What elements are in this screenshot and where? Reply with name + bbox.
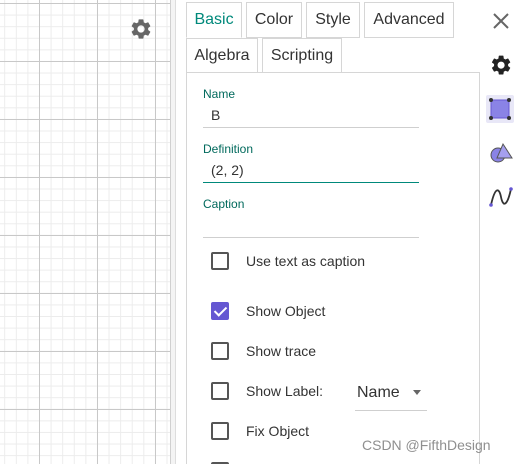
name-label: Name: [203, 87, 236, 101]
point-style-icon[interactable]: [486, 95, 514, 123]
graphics-settings-gear-icon[interactable]: [129, 17, 153, 41]
label-style-value: Name: [357, 383, 400, 401]
tab-scripting[interactable]: Scripting: [262, 38, 342, 74]
show-object-row[interactable]: Show Object: [211, 300, 325, 322]
tab-style[interactable]: Style: [306, 2, 360, 38]
show-object-checkbox[interactable]: [211, 302, 229, 320]
curve-icon[interactable]: [487, 183, 515, 211]
show-trace-label: Show trace: [246, 343, 317, 359]
tab-basic[interactable]: Basic: [186, 2, 242, 38]
show-object-label: Show Object: [246, 303, 326, 319]
caption-field[interactable]: [203, 214, 419, 238]
tab-algebra[interactable]: Algebra: [186, 38, 258, 74]
fix-object-row[interactable]: Fix Object: [211, 420, 309, 442]
definition-label: Definition: [203, 142, 254, 156]
chevron-down-icon: [413, 390, 421, 395]
gear-icon[interactable]: [487, 51, 515, 79]
caption-label: Caption: [203, 197, 245, 211]
show-label-row[interactable]: Show Label:: [211, 380, 323, 402]
view-divider[interactable]: [171, 0, 176, 464]
use-text-as-caption-checkbox[interactable]: [211, 252, 229, 270]
close-icon[interactable]: [489, 9, 513, 33]
tab-color[interactable]: Color: [246, 2, 302, 38]
use-text-as-caption-row[interactable]: Use text as caption: [211, 250, 365, 272]
next-option-row[interactable]: [211, 460, 229, 464]
fix-object-checkbox[interactable]: [211, 422, 229, 440]
show-trace-row[interactable]: Show trace: [211, 340, 316, 362]
graphics-view[interactable]: [0, 0, 171, 464]
show-label-label: Show Label:: [246, 383, 324, 399]
tab-advanced[interactable]: Advanced: [364, 2, 454, 38]
show-trace-checkbox[interactable]: [211, 342, 229, 360]
use-text-as-caption-label: Use text as caption: [246, 253, 366, 269]
properties-panel: Name Definition Caption Use text as capt…: [186, 72, 480, 464]
definition-field[interactable]: [203, 159, 419, 183]
watermark: CSDN @FifthDesign: [362, 437, 491, 453]
show-label-checkbox[interactable]: [211, 382, 229, 400]
label-style-dropdown[interactable]: Name: [355, 375, 427, 411]
geometry-shapes-icon[interactable]: [487, 140, 515, 168]
name-field[interactable]: [203, 104, 419, 128]
fix-object-label: Fix Object: [246, 423, 310, 439]
